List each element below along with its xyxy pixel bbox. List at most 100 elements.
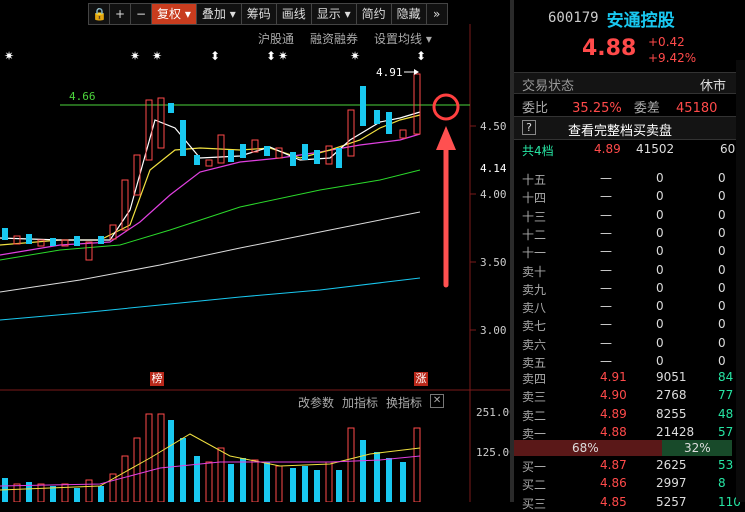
full-orderbook-link[interactable]: 查看完整档买卖盘 (568, 120, 672, 139)
annotation-arrow-head (436, 126, 456, 150)
order-price: — (600, 354, 612, 368)
stock-code: 600179 (548, 10, 599, 26)
status-row: 交易状态 休市 (514, 72, 745, 94)
order-label: 买二 (522, 478, 547, 493)
order-price: — (600, 244, 612, 259)
price-tick: 4.50 (480, 120, 507, 133)
order-label: 卖二 (522, 408, 547, 423)
peak-price-label: 4.91 (376, 66, 403, 79)
close-icon[interactable]: ✕ (430, 394, 445, 408)
order-vol: 21428 (656, 424, 695, 439)
order-vol: 0 (656, 244, 664, 259)
signal-marker: ⬍ (266, 49, 276, 63)
order-price: — (600, 335, 612, 350)
order-cnt: 77 (718, 388, 734, 403)
order-label: 卖十 (522, 264, 547, 279)
buy-ratio-bar: 68% (514, 440, 662, 456)
order-label: 卖三 (522, 390, 547, 405)
order-vol: 0 (656, 262, 664, 277)
order-price: — (600, 262, 612, 277)
signal-marker: ✷ (350, 49, 360, 63)
full-orderbook-row[interactable]: ? 查看完整档买卖盘 (514, 116, 745, 140)
last-price: 4.88 (582, 36, 637, 61)
order-cnt: 0 (718, 189, 726, 204)
change-params-button[interactable]: 改参数 (298, 394, 334, 411)
order-cnt: 8 (718, 476, 726, 491)
ma-line-2 (0, 211, 421, 293)
signal-marker: ⬍ (210, 49, 220, 63)
candles (2, 73, 421, 261)
order-price: — (600, 299, 612, 314)
ma-line-5 (0, 114, 421, 246)
order-label: 十四 (522, 191, 547, 206)
price-change-pct: +9.42% (648, 51, 697, 65)
order-vol: 0 (656, 225, 664, 240)
order-vol: 2997 (656, 476, 687, 491)
order-label: 卖六 (522, 337, 547, 352)
total-row: 共4档 4.89 41502 60 (522, 142, 736, 158)
order-label: 十二 (522, 227, 547, 242)
stock-header: 600179 安通控股 (514, 0, 745, 36)
order-price: 4.90 (600, 388, 627, 403)
right-side-strip[interactable] (736, 60, 745, 502)
order-label: 卖九 (522, 282, 547, 297)
order-label: 卖八 (522, 301, 547, 316)
order-cnt: 0 (718, 317, 726, 332)
order-cnt: 0 (718, 299, 726, 314)
order-price: — (600, 280, 612, 295)
order-label: 十三 (522, 209, 547, 224)
order-price: 4.89 (600, 406, 627, 421)
price-tick: 4.00 (480, 188, 507, 201)
price-tick-current: 4.14 (480, 162, 507, 175)
kline-svg: ✷ ✷ ⬍ ⬍ ✷ ✷ ⬍ ✷ (0, 24, 510, 502)
order-vol: 9051 (656, 370, 687, 384)
order-cnt: 53 (718, 458, 734, 472)
signal-marker: ✷ (152, 49, 162, 63)
order-price: — (600, 189, 612, 204)
order-cnt: 84 (718, 370, 734, 384)
order-cnt: 0 (718, 171, 726, 185)
signal-marker: ✷ (278, 49, 288, 63)
order-price: — (600, 225, 612, 240)
help-icon[interactable]: ? (522, 120, 536, 135)
order-cnt: 0 (718, 335, 726, 350)
sell-ratio-bar: 32% (662, 440, 732, 456)
order-price: 4.91 (600, 370, 627, 384)
order-vol: 0 (656, 317, 664, 332)
order-vol: 2768 (656, 388, 687, 403)
order-label: 买一 (522, 460, 547, 474)
order-cnt: 0 (718, 225, 726, 240)
indicator-toolbar: 改参数 加指标 换指标 ✕ (298, 394, 445, 411)
order-label: 卖七 (522, 319, 547, 334)
order-vol: 0 (656, 335, 664, 350)
reference-price-label: 4.66 (69, 90, 96, 103)
ratio-row: 委比 35.25% 委差 45180 (522, 101, 718, 116)
signal-marker: ✷ (130, 49, 140, 63)
order-price: — (600, 207, 612, 222)
order-price: — (600, 317, 612, 332)
stock-name: 安通控股 (606, 10, 675, 31)
order-cnt: 0 (718, 354, 726, 368)
order-price: 4.88 (600, 424, 627, 439)
price-change: +0.42 (648, 35, 685, 49)
highlight-circle (432, 93, 460, 121)
order-vol: 0 (656, 280, 664, 295)
order-cnt: 48 (718, 406, 734, 421)
signal-marker: ⬍ (416, 49, 426, 63)
add-indicator-button[interactable]: 加指标 (342, 394, 378, 411)
quote-panel: 600179 安通控股 4.88 +0.42 +9.42% 交易状态 休市 委比… (514, 0, 745, 511)
switch-indicator-button[interactable]: 换指标 (386, 394, 422, 411)
vol-ma-line-2 (0, 455, 421, 487)
order-label: 卖五 (522, 356, 547, 370)
order-price: 4.86 (600, 476, 627, 491)
order-price: — (600, 171, 612, 185)
price-tick: 3.50 (480, 256, 507, 269)
order-vol: 0 (656, 189, 664, 204)
order-vol: 0 (656, 354, 664, 368)
order-cnt: 57 (718, 424, 734, 439)
order-label: 十一 (522, 246, 547, 261)
order-cnt: 0 (718, 207, 726, 222)
order-label: 买三 (522, 496, 547, 511)
order-vol: 0 (656, 207, 664, 222)
kline-chart-area[interactable]: 🔒 + − 复权 ▾ 叠加 ▾ 筹码 画线 显示 ▾ 简约 隐藏 » 沪股通 融… (0, 0, 516, 502)
